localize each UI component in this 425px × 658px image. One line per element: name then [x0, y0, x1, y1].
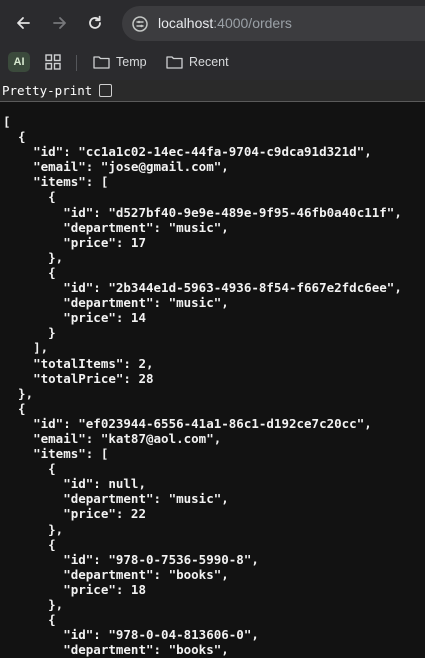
ai-badge-label: AI: [13, 56, 25, 68]
json-line: {: [3, 461, 56, 477]
bookmark-folder-recent[interactable]: Recent: [166, 51, 229, 73]
json-line: "email": "jose@gmail.com",: [3, 159, 229, 175]
back-button[interactable]: [11, 11, 35, 35]
json-line: "id": "cc1a1c02-14ec-44fa-9704-c9dca91d3…: [3, 144, 372, 160]
json-line: {: [3, 612, 56, 628]
apps-button[interactable]: [44, 53, 62, 71]
apps-grid-icon: [45, 54, 61, 70]
json-line: "email": "kat87@aol.com",: [3, 430, 222, 446]
json-line: "items": [: [3, 174, 109, 190]
pretty-print-bar: Pretty-print: [0, 80, 425, 102]
json-line: "department": "music",: [3, 219, 229, 235]
json-line: "price": 18: [3, 581, 146, 597]
bookmarks-divider: [76, 55, 77, 71]
json-line: "department": "music",: [3, 491, 229, 507]
reload-button[interactable]: [83, 11, 107, 35]
folder-icon: [166, 56, 183, 69]
json-line: {: [3, 189, 56, 205]
json-line: },: [3, 521, 64, 537]
ai-extension-button[interactable]: AI: [8, 52, 30, 72]
reload-icon: [89, 15, 101, 29]
json-line: {: [3, 400, 26, 416]
pretty-print-checkbox[interactable]: [99, 84, 112, 97]
json-line: {: [3, 264, 56, 280]
json-line: {: [3, 536, 56, 552]
json-line: "id": "978-0-04-813606-0",: [3, 627, 259, 643]
url-path: :4000/orders: [213, 15, 292, 31]
folder-icon: [93, 56, 110, 69]
json-line: "department": "music",: [3, 295, 229, 311]
json-line: "id": "2b344e1d-5963-4936-8f54-f667e2fdc…: [3, 280, 402, 296]
page-content: Pretty-print [ { "id": "cc1a1c02-14ec-44…: [0, 80, 425, 658]
json-body: [ { "id": "cc1a1c02-14ec-44fa-9704-c9dca…: [3, 114, 425, 658]
json-line: "id": "d527bf40-9e9e-489e-9f95-46fb0a40c…: [3, 204, 402, 220]
bookmark-label: Temp: [116, 55, 147, 69]
bookmark-label: Recent: [189, 55, 229, 69]
pretty-print-label: Pretty-print: [2, 83, 93, 98]
tune-icon: [132, 16, 148, 32]
json-line: "price": 17: [3, 234, 146, 250]
browser-toolbar: localhost:4000/orders: [0, 0, 425, 46]
json-line: },: [3, 597, 64, 612]
address-bar[interactable]: localhost:4000/orders: [122, 6, 425, 41]
json-line: "price": 22: [3, 506, 146, 522]
json-line: "price": 14: [3, 310, 146, 326]
json-line: "id": "ef023944-6556-41a1-86c1-d192ce7c2…: [3, 415, 372, 431]
json-line: "department": "books",: [3, 642, 229, 658]
url-host: localhost: [158, 15, 214, 31]
site-info-button[interactable]: [130, 14, 150, 34]
json-line: },: [3, 385, 34, 401]
json-line: "id": null,: [3, 476, 146, 492]
json-line: }: [3, 325, 56, 341]
json-line: "totalPrice": 28: [3, 370, 154, 386]
bookmarks-bar: AI Temp Recent: [0, 46, 425, 80]
arrow-right-icon: [53, 17, 66, 29]
forward-button[interactable]: [48, 11, 72, 35]
url-text[interactable]: localhost:4000/orders: [158, 15, 292, 32]
json-line: "items": [: [3, 446, 109, 462]
json-line: "id": "978-0-7536-5990-8",: [3, 551, 259, 567]
json-line: ],: [3, 340, 49, 356]
json-line: "department": "books",: [3, 566, 229, 582]
bookmark-folder-temp[interactable]: Temp: [93, 51, 147, 73]
json-line: "totalItems": 2,: [3, 355, 154, 371]
json-line: },: [3, 249, 64, 265]
json-line: {: [3, 129, 26, 145]
json-line: [: [3, 114, 11, 129]
arrow-left-icon: [17, 17, 30, 29]
